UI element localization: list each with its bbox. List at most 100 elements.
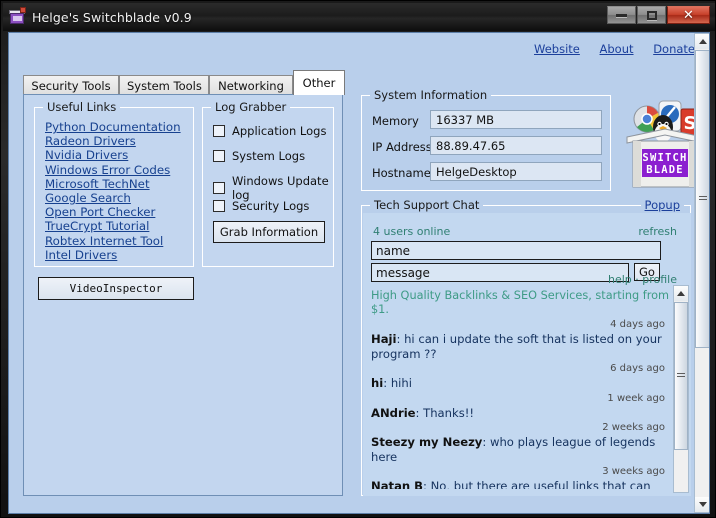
chevron-down-icon — [698, 502, 707, 507]
field-ip-address[interactable]: 88.89.47.65 — [430, 136, 602, 155]
minimize-icon — [616, 13, 627, 17]
checkbox-icon — [213, 200, 225, 212]
useful-link-google-search[interactable]: Google Search — [45, 191, 181, 205]
chat-message: 6 days ago hi: hihi — [371, 362, 671, 391]
group-tech-support-chat-legend: Tech Support Chat — [370, 198, 484, 212]
group-system-information-legend: System Information — [370, 88, 492, 102]
group-log-grabber: Log Grabber Application Logs System Logs… — [202, 100, 334, 267]
chat-message-timestamp: 6 days ago — [610, 363, 665, 374]
chat-message-input[interactable] — [371, 263, 629, 282]
useful-link-truecrypt-tutorial[interactable]: TrueCrypt Tutorial — [45, 219, 181, 233]
tab-panel-other: Useful Links Python Documentation Radeon… — [23, 94, 343, 496]
grip-icon — [677, 373, 685, 379]
chevron-up-icon — [698, 39, 707, 44]
checkbox-security-logs[interactable]: Security Logs — [213, 199, 309, 213]
maximize-button[interactable] — [637, 6, 666, 24]
chat-popup-link[interactable]: Popup — [640, 198, 684, 212]
window-title: Helge's Switchblade v0.9 — [32, 9, 192, 25]
window-scrollbar[interactable] — [694, 33, 709, 513]
chat-profile-link[interactable]: profile — [642, 273, 677, 286]
useful-link-windows-error-codes[interactable]: Windows Error Codes — [45, 163, 181, 177]
chat-message-author: hi — [371, 376, 384, 390]
group-useful-links: Useful Links Python Documentation Radeon… — [34, 100, 194, 267]
scroll-down-button[interactable] — [695, 497, 709, 512]
caption-buttons: ✕ — [606, 6, 710, 24]
chat-message-body: Steezy my Neezy: who plays league of leg… — [371, 435, 656, 464]
chat-message: 4 days ago Haji: hi can i update the sof… — [371, 318, 671, 361]
title-bar: Helge's Switchblade v0.9 ✕ — [3, 3, 715, 31]
chat-help-link[interactable]: help — [608, 273, 632, 286]
chat-users-online: 4 users online — [373, 225, 451, 238]
link-about[interactable]: About — [600, 42, 634, 56]
chat-meta-links: help · profile — [608, 273, 677, 286]
close-button[interactable]: ✕ — [667, 6, 710, 24]
chat-message-text: hihi — [390, 376, 412, 390]
svg-text:SWITCH: SWITCH — [642, 152, 687, 164]
chat-message-body: ANdrie: Thanks!! — [371, 405, 475, 420]
grab-information-button[interactable]: Grab Information — [213, 221, 325, 243]
chat-message: 3 weeks ago Natan B: No, but there are u… — [371, 465, 671, 489]
maximize-icon — [646, 10, 657, 20]
chat-message-body: Haji: hi can i update the soft that is l… — [371, 332, 662, 361]
group-log-grabber-legend: Log Grabber — [211, 100, 291, 114]
checkbox-icon — [213, 182, 225, 194]
tab-strip: Security Tools System Tools Networking O… — [23, 70, 345, 95]
field-memory[interactable]: 16337 MB — [430, 110, 602, 129]
checkbox-icon — [213, 125, 225, 137]
chat-scrollbar[interactable] — [673, 285, 689, 493]
checkbox-security-logs-label: Security Logs — [232, 199, 310, 213]
chat-message-timestamp: 2 weeks ago — [602, 422, 665, 433]
chat-message-timestamp: 4 days ago — [610, 319, 665, 330]
chevron-up-icon — [677, 291, 685, 296]
chat-message-text: hi can i update the soft that is listed … — [371, 332, 662, 361]
link-donate[interactable]: Donate — [653, 42, 695, 56]
toolbox-icon — [9, 7, 26, 25]
video-inspector-button[interactable]: VideoInspector — [38, 277, 194, 300]
chat-message-body: hi: hihi — [371, 376, 412, 390]
chat-body: 4 users online refresh Go help · profile… — [363, 213, 691, 496]
checkbox-application-logs[interactable]: Application Logs — [213, 124, 326, 138]
window-scrollbar-thumb[interactable] — [695, 50, 709, 348]
chat-message-body: Natan B: No, but there are useful links … — [371, 479, 671, 489]
useful-link-intel-drivers[interactable]: Intel Drivers — [45, 248, 181, 262]
group-tech-support-chat: Tech Support Chat Popup 4 users online r… — [361, 198, 691, 496]
chat-promo-message: High Quality Backlinks & SEO Services, s… — [371, 289, 670, 316]
useful-link-microsoft-technet[interactable]: Microsoft TechNet — [45, 177, 181, 191]
chat-message-author: ANdrie — [371, 405, 416, 420]
checkbox-windows-update-log-label: Windows Update log — [232, 174, 329, 202]
chat-message-timestamp: 1 week ago — [607, 392, 665, 404]
tab-system-tools[interactable]: System Tools — [119, 75, 209, 95]
chat-refresh-link[interactable]: refresh — [638, 225, 677, 238]
application-window: Helge's Switchblade v0.9 ✕ Website About… — [0, 0, 716, 518]
checkbox-system-logs-label: System Logs — [232, 149, 306, 163]
chat-message-author: Steezy my Neezy — [371, 435, 483, 449]
label-memory: Memory — [372, 114, 419, 128]
chat-scroll-up-button[interactable] — [674, 286, 688, 301]
close-icon: ✕ — [683, 7, 694, 23]
useful-link-nvidia-drivers[interactable]: Nvidia Drivers — [45, 148, 181, 162]
label-hostname: Hostname — [372, 166, 431, 180]
chat-message-list: High Quality Backlinks & SEO Services, s… — [371, 289, 671, 489]
useful-link-robtex-internet-tool[interactable]: Robtex Internet Tool — [45, 234, 181, 248]
grip-icon — [698, 196, 707, 202]
tab-other[interactable]: Other — [293, 70, 345, 95]
chat-name-input[interactable] — [371, 241, 661, 260]
group-useful-links-legend: Useful Links — [43, 100, 121, 114]
useful-link-python-documentation[interactable]: Python Documentation — [45, 120, 181, 134]
useful-link-radeon-drivers[interactable]: Radeon Drivers — [45, 134, 181, 148]
client-area: Website About Donate Security Tools Syst… — [8, 32, 710, 514]
checkbox-application-logs-label: Application Logs — [232, 124, 327, 138]
minimize-button[interactable] — [607, 6, 636, 24]
checkbox-system-logs[interactable]: System Logs — [213, 149, 305, 163]
tab-networking[interactable]: Networking — [209, 75, 293, 95]
tab-security-tools[interactable]: Security Tools — [23, 75, 119, 95]
useful-link-open-port-checker[interactable]: Open Port Checker — [45, 205, 181, 219]
chat-meta-separator: · — [635, 273, 639, 286]
chat-message: 1 week ago ANdrie: Thanks!! — [371, 392, 671, 421]
chat-scrollbar-thumb[interactable] — [674, 302, 688, 450]
link-website[interactable]: Website — [534, 42, 580, 56]
checkbox-windows-update-log[interactable]: Windows Update log — [213, 174, 333, 202]
chat-message-text: Thanks!! — [423, 405, 475, 420]
field-hostname[interactable]: HelgeDesktop — [430, 162, 602, 181]
scroll-up-button[interactable] — [695, 34, 709, 49]
